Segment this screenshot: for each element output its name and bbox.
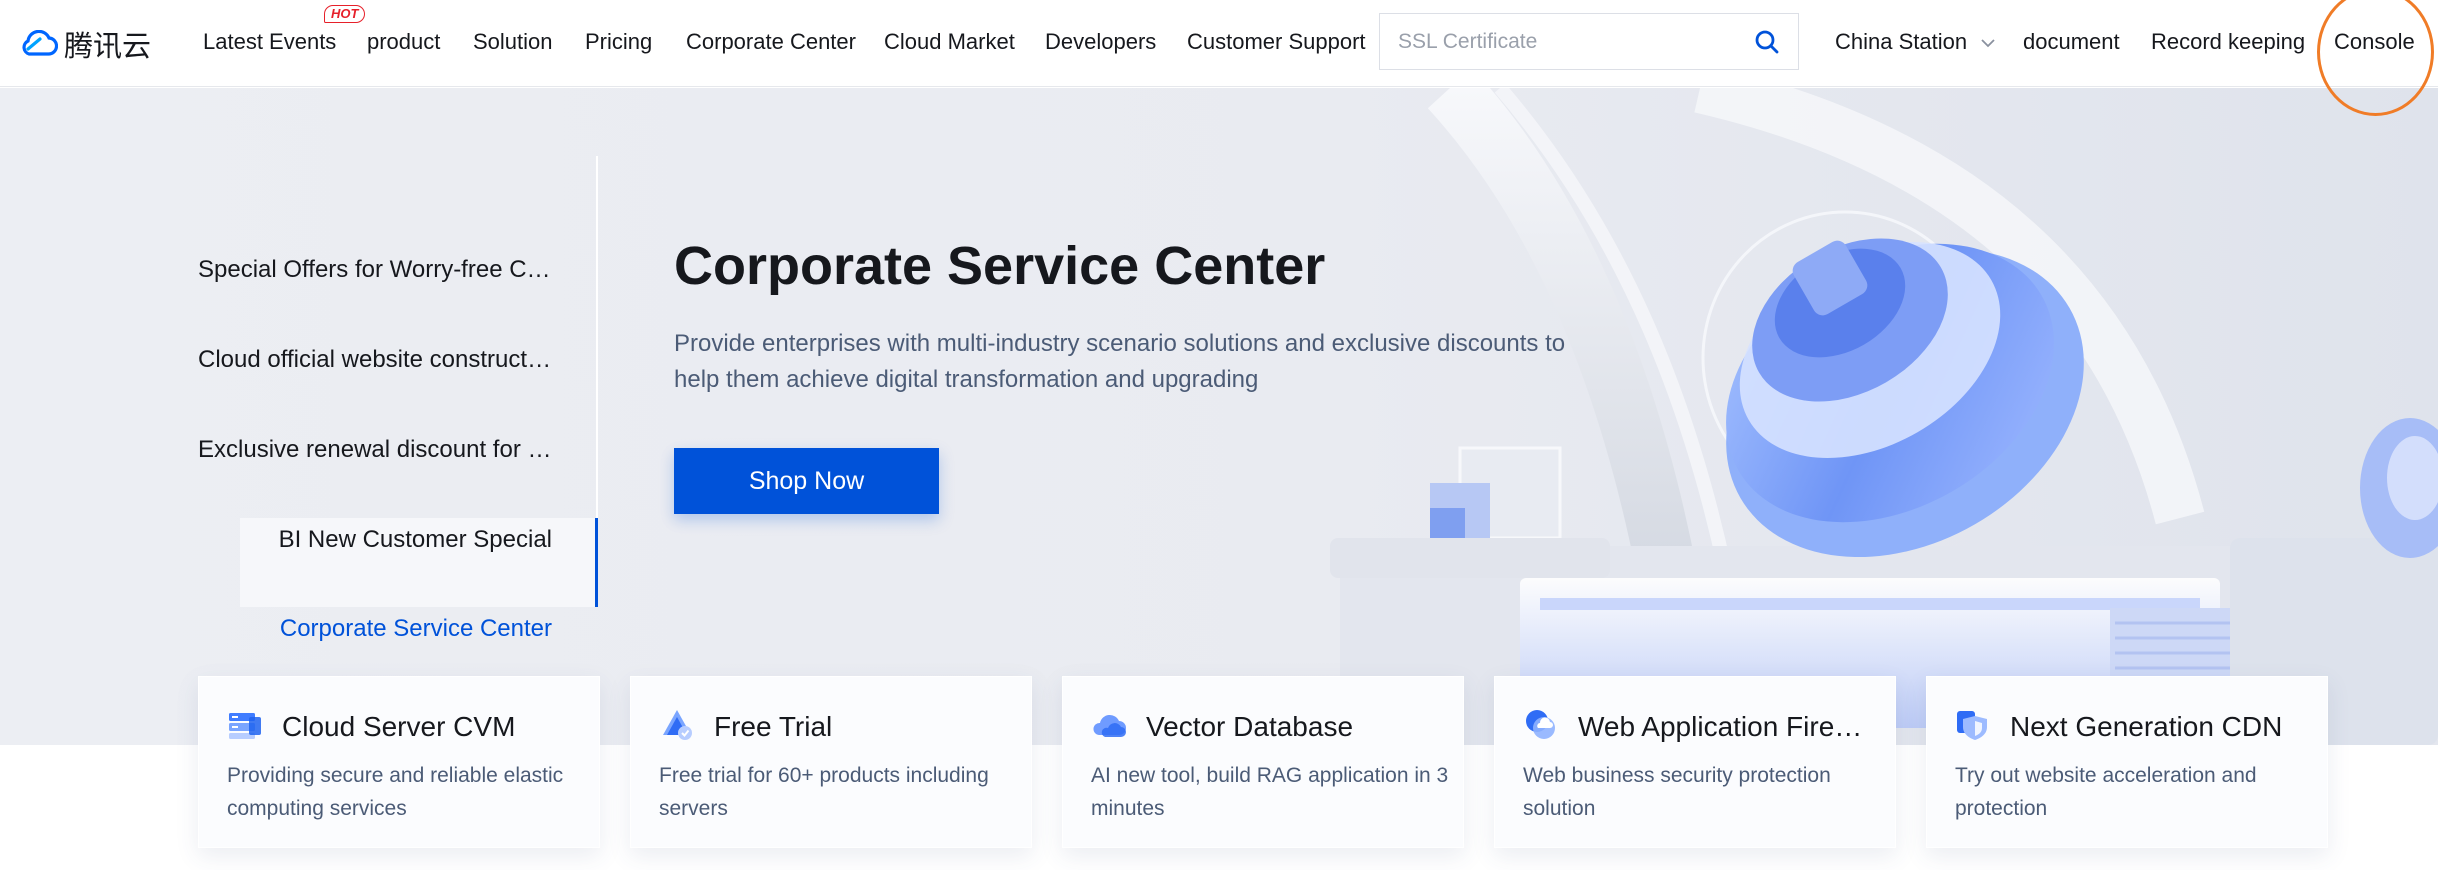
card-description: Providing secure and reliable elastic co… <box>227 764 564 820</box>
card-description: Web business security protection solutio… <box>1523 764 1831 820</box>
nav-record-keeping[interactable]: Record keeping <box>2151 28 2305 56</box>
shield-icon <box>1957 711 1987 740</box>
card-title: Cloud Server CVM <box>282 711 516 742</box>
nav-console[interactable]: Console <box>2334 28 2415 56</box>
search-icon[interactable] <box>1754 29 1780 55</box>
nav-pricing[interactable]: Pricing <box>585 28 652 56</box>
nav-solution[interactable]: Solution <box>473 28 553 56</box>
nav-latest-events[interactable]: Latest Events <box>203 28 336 56</box>
search-input[interactable] <box>1398 14 1728 69</box>
card-title: Web Application Firewall <box>1578 711 1878 742</box>
top-navigation: 腾讯云 Latest Events HOT product Solution P… <box>0 0 2438 116</box>
product-card-cdn[interactable]: Next Generation CDN Try out website acce… <box>1926 676 2328 848</box>
logo-text: 腾讯云 <box>64 29 152 63</box>
sidebar-item-website-construction[interactable]: Cloud official website construction <box>198 345 554 375</box>
tencent-cloud-logo[interactable]: 腾讯云 <box>20 24 151 64</box>
shop-now-button[interactable]: Shop Now <box>674 448 939 514</box>
nav-product[interactable]: product <box>367 28 440 56</box>
card-title: Free Trial <box>714 711 833 742</box>
nav-customer-support[interactable]: Customer Support <box>1187 28 1366 56</box>
sidebar-item-bi-special[interactable]: BI New Customer Special <box>279 525 552 555</box>
cloud-database-icon <box>1093 714 1126 737</box>
search-box <box>1379 13 1799 70</box>
card-title: Next Generation CDN <box>2010 711 2283 742</box>
hot-badge: HOT <box>324 5 366 23</box>
firewall-icon <box>1526 710 1555 739</box>
hero-title: Corporate Service Center <box>674 236 1326 296</box>
sidebar-item-renewal-discount[interactable]: Exclusive renewal discount for enterpris… <box>198 435 554 465</box>
product-card-cvm[interactable]: Cloud Server CVM Providing secure and re… <box>198 676 600 848</box>
product-card-free-trial[interactable]: Free Trial Free trial for 60+ products i… <box>630 676 1032 848</box>
card-description: AI new tool, build RAG application in 3 … <box>1091 764 1449 820</box>
sidebar-item-corporate-service-center[interactable]: Corporate Service Center <box>280 614 552 644</box>
product-card-waf[interactable]: Web Application Firewall Web business se… <box>1494 676 1896 848</box>
card-title: Vector Database <box>1146 711 1354 742</box>
server-icon <box>229 713 261 739</box>
product-card-vector-database[interactable]: Vector Database AI new tool, build RAG a… <box>1062 676 1464 848</box>
sidebar-item-special-offers[interactable]: Special Offers for Worry-free Cloud Migr… <box>198 255 554 285</box>
nav-corporate-center[interactable]: Corporate Center <box>686 28 856 56</box>
card-description: Try out website acceleration and protect… <box>1955 764 2257 820</box>
card-description: Free trial for 60+ products including se… <box>659 764 989 820</box>
nav-document[interactable]: document <box>2023 28 2120 56</box>
station-selector[interactable]: China Station <box>1835 28 1995 56</box>
chevron-down-icon <box>1981 39 1995 47</box>
nav-developers[interactable]: Developers <box>1045 28 1156 56</box>
gift-icon <box>663 710 692 740</box>
cloud-logo-icon <box>22 30 58 56</box>
station-label: China Station <box>1835 29 1968 54</box>
hero-sidebar: Special Offers for Worry-free Cloud Migr… <box>198 156 598 642</box>
hero-description: Provide enterprises with multi-industry … <box>674 330 1566 393</box>
hero-banner: Special Offers for Worry-free Cloud Migr… <box>0 88 2438 745</box>
nav-cloud-market[interactable]: Cloud Market <box>884 28 1015 56</box>
product-cards: Cloud Server CVM Providing secure and re… <box>198 676 2328 848</box>
